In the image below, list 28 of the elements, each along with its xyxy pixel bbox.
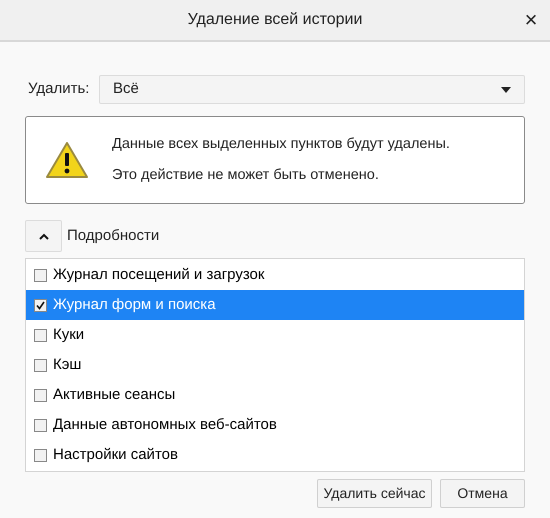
range-dropdown[interactable]: Всё [99, 75, 525, 104]
delete-now-button[interactable]: Удалить сейчас [317, 479, 432, 508]
cancel-button[interactable]: Отмена [440, 479, 525, 508]
details-label: Подробности [67, 226, 160, 246]
checkbox[interactable] [34, 418, 47, 432]
delete-label: Удалить: [27, 79, 89, 100]
checkbox[interactable] [34, 448, 47, 462]
chevron-icon [38, 232, 48, 240]
history-item[interactable]: Данные автономных веб-сайтов [26, 410, 524, 440]
warning-text: Это действие не может быть отменено. [112, 166, 380, 184]
history-item[interactable]: Журнал посещений и загрузок [26, 260, 524, 290]
warning-text: Данные всех выделенных пунктов будут удалены. [112, 134, 450, 154]
history-item[interactable]: Журнал форм и поиска [26, 290, 524, 320]
close-button[interactable]: × [520, 8, 542, 32]
details-toggle-button[interactable] [25, 220, 62, 252]
warning-icon [45, 141, 89, 179]
window-title: Удаление всей истории [188, 10, 362, 30]
history-item[interactable]: Активные сеансы [26, 380, 524, 410]
dropdown-caret-icon [501, 86, 511, 92]
history-item[interactable]: Кэш [26, 350, 524, 380]
checkbox[interactable] [34, 268, 47, 282]
checkbox[interactable] [34, 358, 47, 372]
checkbox[interactable] [34, 388, 47, 402]
history-item[interactable]: Настройки сайтов [26, 440, 524, 470]
checkmark-icon [36, 300, 45, 310]
history-item[interactable]: Куки [26, 320, 524, 350]
checkbox[interactable] [34, 298, 47, 312]
checkbox[interactable] [34, 328, 47, 342]
